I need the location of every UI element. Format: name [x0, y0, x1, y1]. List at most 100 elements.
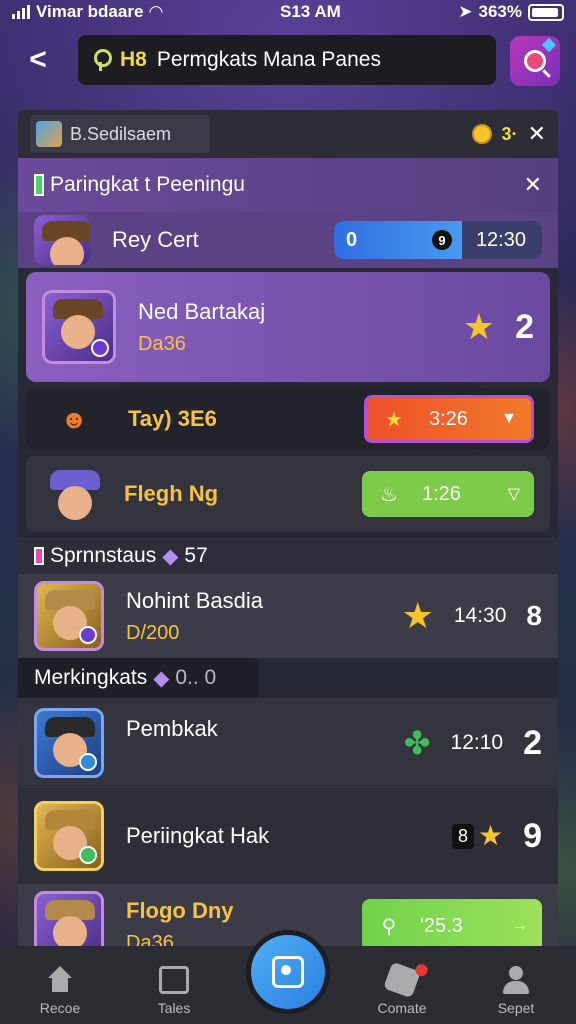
star-icon: ★: [385, 408, 403, 431]
search-button[interactable]: [510, 36, 560, 86]
player-name: Nohint Basdia: [126, 587, 263, 613]
clock: S13 AM: [279, 2, 341, 21]
chevron-down-icon: ▼: [501, 410, 517, 427]
nav-label: Recoe: [39, 1000, 81, 1016]
section-header-sponsors: Sprnnstaus ◆ 57: [18, 538, 558, 574]
rank-number: 8: [526, 600, 542, 631]
section-count: 0.. 0: [175, 666, 217, 689]
sparkle-icon: [541, 37, 557, 53]
back-button[interactable]: <: [18, 38, 58, 82]
status-bar: Vimar bdaare ◠ S13 AM ➤ 363%: [0, 0, 576, 24]
panel-tab[interactable]: B.Sedilsaem: [30, 115, 210, 153]
top-header: < H8 Permgkats Mana Panes: [0, 34, 576, 88]
progress-bar: 0 9 12:30: [334, 221, 542, 259]
clover-icon: ✤: [403, 725, 431, 761]
player-name: Flogo Dny: [126, 897, 234, 923]
rank-badge: 8: [451, 823, 474, 849]
list-item[interactable]: ☻ Tay) 3E6 ★ 3:26 ▼: [26, 388, 550, 450]
wand-icon: ⚲: [381, 915, 397, 938]
section-header-rankings: Merkingkats ◆ 0.. 0: [18, 658, 258, 698]
star-icon: ★: [401, 595, 434, 636]
coin-icon: [471, 124, 492, 144]
flag-icon: [34, 174, 44, 196]
search-prefix: H8: [120, 48, 147, 71]
list-item[interactable]: Ned Bartakaj Da36 ★ 2: [26, 272, 550, 382]
player-score: Da36: [138, 332, 186, 355]
nav-label: Sepet: [497, 1000, 535, 1016]
avatar: [42, 290, 116, 364]
section-title: Paringkat t Peeningu: [50, 173, 245, 196]
timer-value: 12:10: [450, 731, 504, 754]
key-icon: [92, 49, 112, 71]
progress-value: 0: [346, 228, 358, 251]
close-icon[interactable]: ✕: [524, 172, 542, 198]
chevron-down-icon: ▽: [507, 486, 520, 503]
user-icon: [501, 966, 531, 994]
nav-label: Comate: [377, 1000, 427, 1016]
arrow-right-icon: →: [512, 917, 528, 934]
timer-value: 14:30: [453, 604, 507, 627]
player-name: Tay) 3E6: [128, 406, 217, 431]
center-action-button[interactable]: [246, 930, 330, 1014]
nav-item-home[interactable]: Recoe: [20, 966, 100, 1016]
list-item[interactable]: Flegh Ng ♨ 1:26 ▽: [26, 456, 550, 532]
panel-tab-label: B.Sedilsaem: [70, 123, 172, 144]
timer-value: 1:26: [422, 482, 461, 505]
rank-number: 9: [523, 816, 542, 855]
section-count: 57: [184, 544, 208, 567]
list-item[interactable]: Nohint Basdia D/200 ★ 14:30 8: [18, 574, 558, 658]
rank-number: 2: [515, 307, 534, 346]
signal-icon: [12, 5, 30, 19]
game-icon: [383, 961, 430, 999]
player-name: Rey Cert: [112, 227, 199, 252]
timer-pill[interactable]: ★ 3:26 ▼: [364, 395, 534, 443]
search-bar[interactable]: H8 Permgkats Mana Panes: [78, 35, 496, 85]
list-item[interactable]: Periingkat Hak 8 ★ 9: [18, 788, 558, 884]
panel-top-bar: B.Sedilsaem 3· ✕: [18, 110, 558, 158]
section-title: Merkingkats: [34, 666, 148, 689]
leaderboard-panel: B.Sedilsaem 3· ✕ Paringkat t Peeningu ✕ …: [18, 110, 558, 950]
gem-icon: ◆: [153, 666, 170, 690]
search-text: Permgkats Mana Panes: [156, 48, 381, 71]
progress-time: 12:30: [475, 228, 526, 251]
flag-icon: [34, 547, 44, 565]
nav-label: Tales: [157, 1000, 191, 1016]
carrier-label: Vimar bdaare: [36, 2, 144, 21]
devil-icon: ☻: [60, 403, 88, 434]
avatar: [42, 464, 102, 524]
avatar: [34, 581, 104, 651]
nav-item-tables[interactable]: Tales: [134, 966, 214, 1016]
player-name: Ned Bartakaj: [138, 298, 266, 324]
battery-percent: 363%: [478, 2, 522, 21]
battery-icon: [527, 3, 564, 21]
avatar: [36, 121, 62, 147]
player-name: Flegh Ng: [124, 481, 219, 506]
avatar: [34, 708, 104, 778]
gem-icon: ◆: [162, 544, 179, 568]
section-header-ranking: Paringkat t Peeningu ✕: [18, 158, 558, 212]
timer-value: 3:26: [429, 407, 468, 430]
photo-icon: [272, 956, 304, 988]
list-item[interactable]: Rey Cert 0 9 12:30: [18, 212, 558, 268]
avatar: [34, 215, 90, 265]
nav-item-profile[interactable]: Sepet: [476, 966, 556, 1016]
close-icon[interactable]: ✕: [528, 121, 546, 147]
player-name: Pembkak: [126, 716, 218, 741]
rank-number: 2: [523, 723, 542, 762]
avatar: [34, 891, 104, 950]
progress-knob: 9: [432, 230, 452, 250]
list-item[interactable]: Pembkak ✤ 12:10 2: [18, 698, 558, 788]
notification-dot: [413, 962, 430, 978]
cake-icon: ♨: [380, 483, 398, 506]
home-icon: [45, 966, 75, 994]
timer-value: '25.3: [420, 914, 463, 937]
player-score: D/200: [126, 621, 180, 644]
coin-count: 3·: [501, 123, 518, 144]
nav-item-game[interactable]: Comate: [362, 961, 442, 1016]
timer-pill[interactable]: ⚲ '25.3 →: [362, 899, 542, 950]
table-icon: [159, 966, 189, 994]
avatar: [34, 801, 104, 871]
player-name: Periingkat Hak: [126, 823, 270, 848]
wifi-icon: ◠: [149, 2, 163, 21]
timer-pill[interactable]: ♨ 1:26 ▽: [362, 471, 534, 517]
